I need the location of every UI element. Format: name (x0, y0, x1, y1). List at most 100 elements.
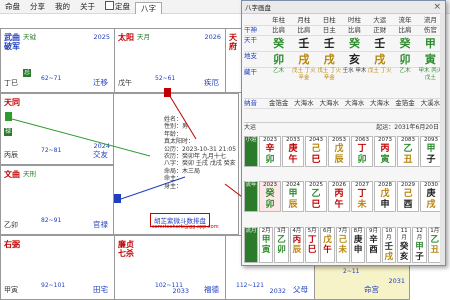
flow-year-cell[interactable]: 2024 甲辰 (282, 181, 304, 212)
earthly-branch: 戌 (323, 53, 335, 66)
decade-cell[interactable]: 2093 甲子 (420, 136, 442, 167)
palace-si[interactable]: 武曲 破军 天钺 忌 丁巳 62~71 迁移 2025 (0, 28, 115, 93)
main-star-2: 破军 (4, 42, 20, 51)
palace-chen[interactable]: 天同 禄 丙辰 72~81 交友 2024 (0, 93, 115, 165)
flow-year: 2031 (388, 277, 405, 285)
main-star-2: 七杀 (118, 249, 134, 258)
flow-month-cell[interactable]: 7月己未 (335, 227, 350, 263)
birth-info: 姓名： 性别：男 年龄： 真太阳时： 公历：2023-10-31 21:05 农… (164, 116, 236, 190)
nayin: 金箔金 (395, 99, 415, 107)
flow-year-cell[interactable]: 2030 庚戌 (420, 181, 442, 212)
close-icon[interactable]: × (433, 1, 441, 13)
flow-year-cell[interactable]: 2028 戊申 (374, 181, 396, 212)
pillar-header-row: 年柱 月柱 日柱 时柱 大运 流年 流月 (244, 16, 443, 26)
flow-month-cell[interactable]: 5月丁巳 (304, 227, 320, 263)
checkbox-icon[interactable] (105, 1, 114, 10)
earthly-branch: 亥 (348, 53, 360, 66)
ten-god: 正财 (373, 26, 387, 34)
flow-year-cell[interactable]: 2026 丙午 (328, 181, 350, 212)
decade-cell[interactable]: 2073 丙寅 (374, 136, 396, 167)
panel-scrollbar[interactable] (440, 13, 445, 265)
lu-badge: 禄 (4, 128, 12, 136)
decade-cell[interactable]: 2053 戊辰 (328, 136, 350, 167)
nayin: 大海水 (344, 99, 365, 107)
heavenly-stem: 壬 (298, 37, 310, 50)
heavenly-stem: 壬 (323, 37, 335, 50)
tab-bazi[interactable]: 八字 (135, 1, 162, 14)
menu-item-chart[interactable]: 命盘 (0, 0, 25, 13)
hidden-stem-row: 藏干 乙木 戊土 丁火 辛金 戊土 丁火 辛金 壬水 甲木 戊土 丁火 乙木 甲… (244, 68, 443, 99)
ten-god: 比肩 (272, 26, 286, 34)
flow-year: 2032 (269, 287, 286, 295)
flow-year-cell[interactable]: 2027 丁未 (351, 181, 373, 212)
palace-name: 命宫 (364, 285, 379, 294)
hidden-stem: 壬水 甲木 (342, 68, 367, 74)
info-line: 真太阳时： (164, 138, 195, 146)
qiyun-label: 大运 (244, 124, 257, 131)
flow-year-cell[interactable]: 2029 己酉 (397, 181, 419, 212)
flow-year-cell[interactable]: 2023 癸卯 (259, 181, 281, 212)
pillar-header: 大运 (373, 16, 387, 24)
main-star: 天府 (229, 33, 237, 51)
main-star: 武曲 (4, 33, 20, 42)
flow-month-cell[interactable]: 6月戊午 (320, 227, 335, 263)
menu-item-mine[interactable]: 我的 (50, 0, 75, 13)
flow-year: 2026 (204, 33, 221, 41)
palace-chou[interactable]: 廉贞 七杀 102~111 福德 2033 (114, 235, 226, 300)
menu-item-share[interactable]: 分享 (25, 0, 50, 13)
age-range: 62~71 (41, 75, 62, 82)
flow-month-cell[interactable]: 2月甲寅 (259, 227, 274, 263)
lock-chart-toggle[interactable]: 定盘 (100, 0, 135, 13)
main-star: 天同 (4, 98, 20, 107)
decade-cell[interactable]: 2063 丁卯 (351, 136, 373, 167)
age-range: 52~61 (155, 75, 176, 82)
flow-year: 2024 (93, 142, 110, 150)
decade-cell[interactable]: 2043 己巳 (305, 136, 327, 167)
palace-wu[interactable]: 太阳 天月 戊午 52~61 疾厄 2026 (114, 28, 226, 93)
minor-star: 天钺 (23, 33, 36, 41)
main-star: 廉贞 (118, 240, 134, 249)
heavenly-stem: 癸 (399, 37, 411, 50)
palace-name: 官禄 (93, 220, 108, 229)
palace-mao[interactable]: 文曲 天刑 乙卯 82~91 官禄 (0, 165, 115, 235)
flow-month-cell[interactable]: 11月癸亥 (396, 227, 412, 263)
flow-year: 2033 (172, 287, 189, 295)
hidden-stem: 乙木 (399, 68, 411, 74)
earthly-branch: 戌 (374, 53, 386, 66)
main-star: 文曲 (4, 170, 20, 179)
main-star: 太阳 (118, 33, 134, 42)
flow-month-cell[interactable]: 9月辛酉 (366, 227, 381, 263)
flow-year-label: 流年 (244, 181, 258, 212)
main-star: 右弼 (4, 240, 20, 249)
minor-star: 天月 (137, 33, 150, 41)
earthly-branch: 卯 (399, 53, 411, 66)
panel-titlebar: 八字画盘 × (242, 1, 445, 14)
palace-name: 父母 (293, 285, 308, 294)
flow-month-cell[interactable]: 3月乙卯 (274, 227, 289, 263)
menu-item-about[interactable]: 关于 (75, 0, 100, 13)
ganzhi: 甲寅 (4, 286, 18, 294)
ten-god: 比肩 (347, 26, 361, 34)
decade-cell[interactable]: 2083 乙丑 (397, 136, 419, 167)
panel-title: 八字画盘 (245, 4, 271, 12)
info-line: 公历：2023-10-31 21:05 (164, 145, 237, 153)
stamp-url[interactable]: comrtechorb@gg.app.com (152, 224, 219, 230)
flow-month-cell[interactable]: 8月庚申 (350, 227, 366, 263)
palace-wei[interactable]: 天府 (225, 28, 242, 93)
flow-month-cell[interactable]: 12月甲子 (412, 227, 427, 263)
nayin-row: 纳音 金箔金 大海水 大海水 大海水 大海水 金箔金 大溪水 (244, 99, 443, 109)
flow-month-cell[interactable]: 4月丙辰 (289, 227, 304, 263)
info-line: 身主： (164, 182, 183, 190)
palace-yin[interactable]: 右弼 甲寅 92~101 田宅 (0, 235, 115, 300)
decade-label: 小运 (244, 136, 258, 167)
pillar-header: 月柱 (297, 16, 311, 24)
hidden-stem: 乙木 (273, 68, 285, 74)
ganzhi: 乙卯 (4, 221, 18, 229)
decade-cell[interactable]: 2023 辛卯 (259, 136, 281, 167)
decade-cell[interactable]: 2033 庚午 (282, 136, 304, 167)
flow-month-cell[interactable]: 10月壬戌 (381, 227, 396, 263)
info-line: 命主： (164, 175, 183, 183)
row-label: 天干 (244, 36, 257, 44)
flow-year-cell[interactable]: 2025 乙巳 (305, 181, 327, 212)
palace-name: 福德 (204, 285, 219, 294)
